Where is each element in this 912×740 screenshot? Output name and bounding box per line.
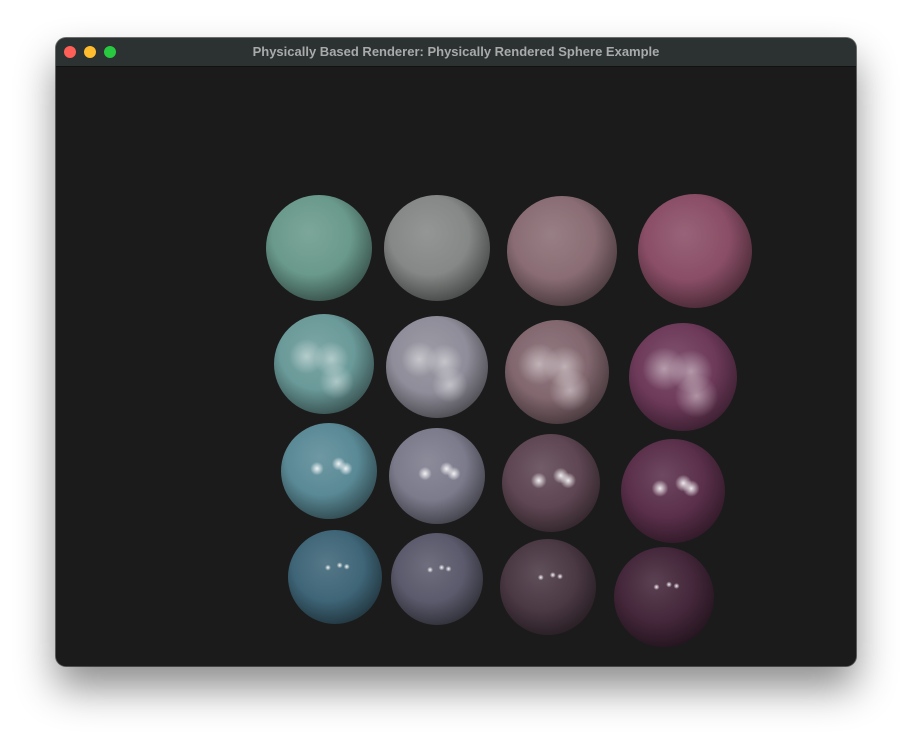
specular-highlight [336,562,343,569]
specular-highlight [530,472,547,489]
sphere-body [621,439,725,543]
specular-highlight [651,480,669,497]
sphere-body [389,428,485,524]
specular-highlight [673,583,680,589]
sphere-r4-c2 [391,533,483,625]
sphere-r1-c2 [384,195,490,301]
specular-highlight [549,572,556,578]
specular-highlight [666,581,672,588]
sphere-grid [266,194,752,647]
sphere-r4-c3 [500,539,596,635]
sphere-body [502,434,600,532]
specular-highlight [427,566,434,573]
specular-highlight [537,574,544,581]
sphere-body [638,194,752,308]
sphere-r1-c4 [638,194,752,308]
specular-highlight [549,369,591,412]
sphere-r2-c2 [386,316,488,418]
sphere-body [384,195,490,301]
specular-highlight [560,472,577,489]
app-window: Physically Based Renderer: Physically Re… [56,38,856,666]
specular-highlight [438,564,445,571]
sphere-r3-c2 [389,428,485,524]
sphere-r4-c4 [614,547,714,647]
sphere-r1-c3 [507,196,617,306]
title-bar[interactable]: Physically Based Renderer: Physically Re… [56,38,856,67]
render-viewport[interactable] [56,67,856,666]
sphere-r2-c3 [505,320,609,424]
specular-highlight [431,367,468,403]
sphere-body [266,195,372,301]
sphere-r2-c4 [629,323,737,431]
sphere-r3-c3 [502,434,600,532]
specular-highlight [445,565,452,572]
sphere-r2-c1 [274,314,374,414]
sphere-body [391,533,483,625]
specular-highlight [674,374,719,418]
sphere-body [288,530,382,624]
sphere-body [281,423,377,519]
sphere-body [500,539,596,635]
sphere-r3-c1 [281,423,377,519]
specular-highlight [418,466,432,481]
specular-highlight [653,584,660,590]
sphere-body [507,196,617,306]
specular-highlight [343,563,350,570]
specular-highlight [557,573,563,580]
sphere-body [614,547,714,647]
specular-highlight [339,461,353,476]
sphere-r3-c4 [621,439,725,543]
specular-highlight [319,364,354,399]
specular-highlight [682,480,700,497]
specular-highlight [310,461,324,476]
sphere-r4-c1 [288,530,382,624]
sphere-r1-c1 [266,195,372,301]
window-title: Physically Based Renderer: Physically Re… [252,44,660,59]
specular-highlight [447,466,461,481]
specular-highlight [324,564,331,571]
